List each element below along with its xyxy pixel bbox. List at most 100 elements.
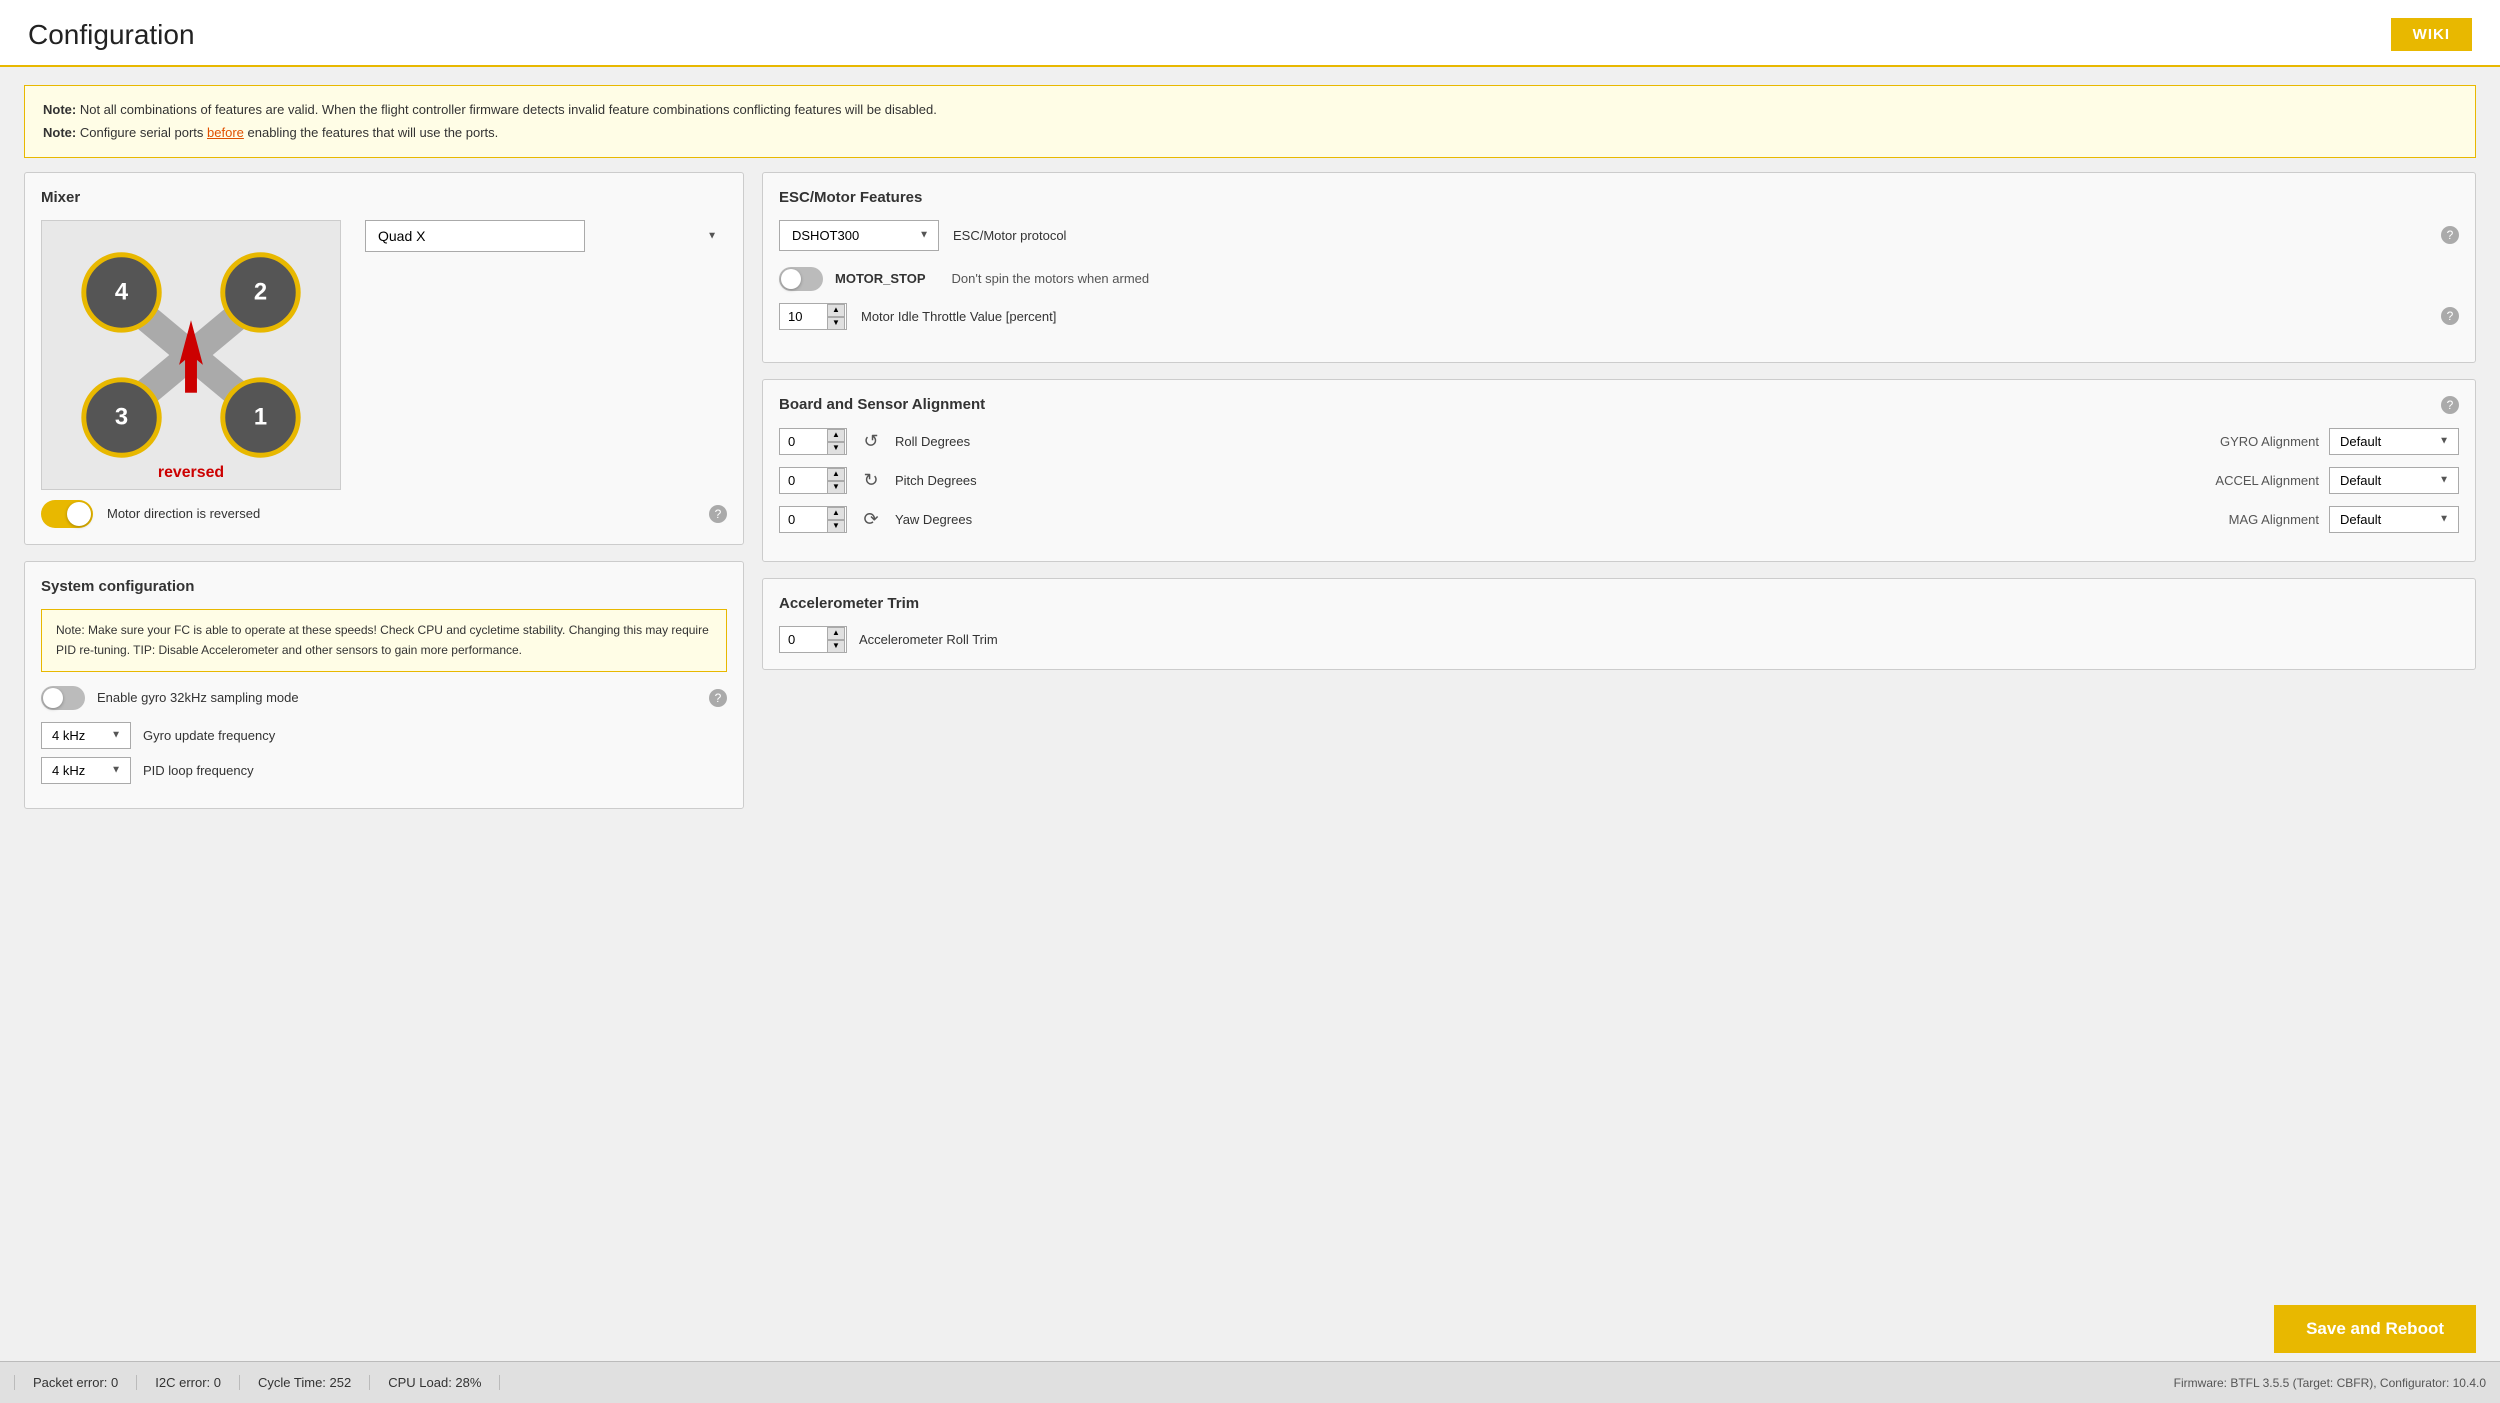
bottom-bar: Packet error: 0 I2C error: 0 Cycle Time:…: [0, 1361, 2500, 1403]
motor-stop-desc: Don't spin the motors when armed: [952, 271, 1150, 286]
i2c-error-status: I2C error: 0: [137, 1375, 240, 1390]
pid-freq-label: PID loop frequency: [143, 763, 254, 778]
accel-align-select-wrapper: Default CW 0° CW 90° CW 180° CW 270° ▼: [2329, 467, 2459, 494]
gyro-align-select-wrapper: Default CW 0° CW 90° CW 180° CW 270° ▼: [2329, 428, 2459, 455]
warning-note1-bold: Note:: [43, 102, 76, 117]
motor-direction-help-icon[interactable]: ?: [709, 505, 727, 523]
quad-diagram: 4 2 3 1 reversed: [41, 220, 341, 490]
mixer-inner: 4 2 3 1 reversed: [41, 220, 727, 490]
esc-protocol-select[interactable]: DSHOT300 DSHOT150 DSHOT600 PWM: [779, 220, 939, 251]
board-sensor-help-icon[interactable]: ?: [2441, 396, 2459, 414]
warning-before-link[interactable]: before: [207, 125, 244, 140]
roll-up-btn[interactable]: ▲: [827, 429, 845, 442]
gyro-32khz-knob: [43, 688, 63, 708]
warning-note2-text: Configure serial ports: [80, 125, 207, 140]
esc-protocol-help-icon[interactable]: ?: [2441, 226, 2459, 244]
page-title: Configuration: [28, 19, 195, 51]
system-config-note-bold: Note:: [56, 623, 85, 637]
accel-roll-trim-up-btn[interactable]: ▲: [827, 627, 845, 640]
warning-line-2: Note: Configure serial ports before enab…: [43, 121, 2457, 144]
motor-direction-row: Motor direction is reversed ?: [41, 500, 727, 528]
pitch-alignment-row: ▲ ▼ ↻ Pitch Degrees ACCEL Alignment Defa…: [779, 467, 2459, 494]
yaw-input-wrapper: ▲ ▼: [779, 506, 847, 533]
roll-down-btn[interactable]: ▼: [827, 442, 845, 455]
header: Configuration WIKI: [0, 0, 2500, 67]
yaw-up-btn[interactable]: ▲: [827, 507, 845, 520]
mixer-select-wrapper: Quad X Tricopter Quad + ▼: [365, 220, 727, 252]
accel-trim-row: ▲ ▼ Accelerometer Roll Trim: [779, 626, 2459, 653]
accel-roll-trim-label: Accelerometer Roll Trim: [859, 632, 998, 647]
roll-spinner: ▲ ▼: [827, 429, 845, 455]
left-panel: Mixer 4: [24, 172, 744, 1395]
wiki-button[interactable]: WIKI: [2391, 18, 2472, 51]
gyro-align-label: GYRO Alignment: [2199, 434, 2319, 449]
idle-throttle-input-wrapper: ▲ ▼: [779, 303, 847, 330]
idle-throttle-up-btn[interactable]: ▲: [827, 304, 845, 317]
idle-throttle-spinner: ▲ ▼: [827, 304, 845, 330]
motor-stop-knob: [781, 269, 801, 289]
mixer-type-select[interactable]: Quad X Tricopter Quad +: [365, 220, 585, 252]
roll-rotate-icon: ↺: [859, 429, 883, 453]
system-config-note: Note: Make sure your FC is able to opera…: [41, 609, 727, 672]
gyro-32khz-toggle[interactable]: [41, 686, 85, 710]
yaw-label: Yaw Degrees: [895, 512, 2187, 527]
gyro-freq-label: Gyro update frequency: [143, 728, 275, 743]
accel-roll-trim-wrapper: ▲ ▼: [779, 626, 847, 653]
esc-protocol-select-wrapper: DSHOT300 DSHOT150 DSHOT600 PWM ▼: [779, 220, 939, 251]
warning-note1-text: Not all combinations of features are val…: [80, 102, 937, 117]
roll-align-right: GYRO Alignment Default CW 0° CW 90° CW 1…: [2199, 428, 2459, 455]
svg-text:2: 2: [254, 278, 267, 305]
gyro-32khz-help-icon[interactable]: ?: [709, 689, 727, 707]
accel-roll-trim-spinner: ▲ ▼: [827, 627, 845, 653]
pid-freq-select-wrapper: 4 kHz 8 kHz ▼: [41, 757, 131, 784]
motor-direction-toggle[interactable]: [41, 500, 93, 528]
esc-protocol-label: ESC/Motor protocol: [953, 228, 1066, 243]
system-config-title: System configuration: [41, 578, 727, 595]
gyro-freq-row: 4 kHz 8 kHz 32 kHz ▼ Gyro update frequen…: [41, 722, 727, 749]
gyro-32khz-label: Enable gyro 32kHz sampling mode: [97, 690, 299, 705]
idle-throttle-label: Motor Idle Throttle Value [percent]: [861, 309, 1056, 324]
accel-align-select[interactable]: Default CW 0° CW 90° CW 180° CW 270°: [2329, 467, 2459, 494]
motor-stop-label: MOTOR_STOP: [835, 271, 926, 286]
roll-label: Roll Degrees: [895, 434, 2187, 449]
pid-freq-select[interactable]: 4 kHz 8 kHz: [41, 757, 131, 784]
mixer-card: Mixer 4: [24, 172, 744, 545]
mixer-select-arrow-icon: ▼: [707, 230, 717, 241]
motor-direction-label: Motor direction is reversed: [107, 506, 260, 521]
pitch-up-btn[interactable]: ▲: [827, 468, 845, 481]
system-config-note-text: Make sure your FC is able to operate at …: [56, 623, 709, 657]
firmware-info: Firmware: BTFL 3.5.5 (Target: CBFR), Con…: [2174, 1376, 2486, 1390]
pitch-label: Pitch Degrees: [895, 473, 2187, 488]
accel-roll-trim-down-btn[interactable]: ▼: [827, 640, 845, 653]
idle-throttle-help-icon[interactable]: ?: [2441, 307, 2459, 325]
pid-freq-row: 4 kHz 8 kHz ▼ PID loop frequency: [41, 757, 727, 784]
warning-banner: Note: Not all combinations of features a…: [24, 85, 2476, 158]
motor-stop-row: MOTOR_STOP Don't spin the motors when ar…: [779, 267, 2459, 291]
mag-align-select-wrapper: Default CW 0° CW 90° CW 180° CW 270° ▼: [2329, 506, 2459, 533]
yaw-down-btn[interactable]: ▼: [827, 520, 845, 533]
warning-note2-text2: enabling the features that will use the …: [248, 125, 499, 140]
gyro-freq-select[interactable]: 4 kHz 8 kHz 32 kHz: [41, 722, 131, 749]
warning-line-1: Note: Not all combinations of features a…: [43, 98, 2457, 121]
idle-throttle-down-btn[interactable]: ▼: [827, 317, 845, 330]
yaw-rotate-icon: ⟳: [859, 507, 883, 531]
motor-stop-toggle[interactable]: [779, 267, 823, 291]
pitch-rotate-icon: ↻: [859, 468, 883, 492]
main-content: Mixer 4: [0, 172, 2500, 1395]
pitch-down-btn[interactable]: ▼: [827, 481, 845, 494]
mixer-title: Mixer: [41, 189, 727, 206]
pitch-input-wrapper: ▲ ▼: [779, 467, 847, 494]
pitch-align-right: ACCEL Alignment Default CW 0° CW 90° CW …: [2199, 467, 2459, 494]
save-reboot-button[interactable]: Save and Reboot: [2274, 1305, 2476, 1353]
board-sensor-title: Board and Sensor Alignment: [779, 396, 985, 413]
right-panel: ESC/Motor Features DSHOT300 DSHOT150 DSH…: [762, 172, 2476, 1395]
svg-text:1: 1: [254, 403, 267, 430]
motor-direction-knob: [67, 502, 91, 526]
packet-error-status: Packet error: 0: [14, 1375, 137, 1390]
esc-motor-card: ESC/Motor Features DSHOT300 DSHOT150 DSH…: [762, 172, 2476, 363]
gyro-align-select[interactable]: Default CW 0° CW 90° CW 180° CW 270°: [2329, 428, 2459, 455]
mag-align-select[interactable]: Default CW 0° CW 90° CW 180° CW 270°: [2329, 506, 2459, 533]
yaw-spinner: ▲ ▼: [827, 507, 845, 533]
idle-throttle-row: ▲ ▼ Motor Idle Throttle Value [percent] …: [779, 303, 2459, 330]
mag-align-label: MAG Alignment: [2199, 512, 2319, 527]
